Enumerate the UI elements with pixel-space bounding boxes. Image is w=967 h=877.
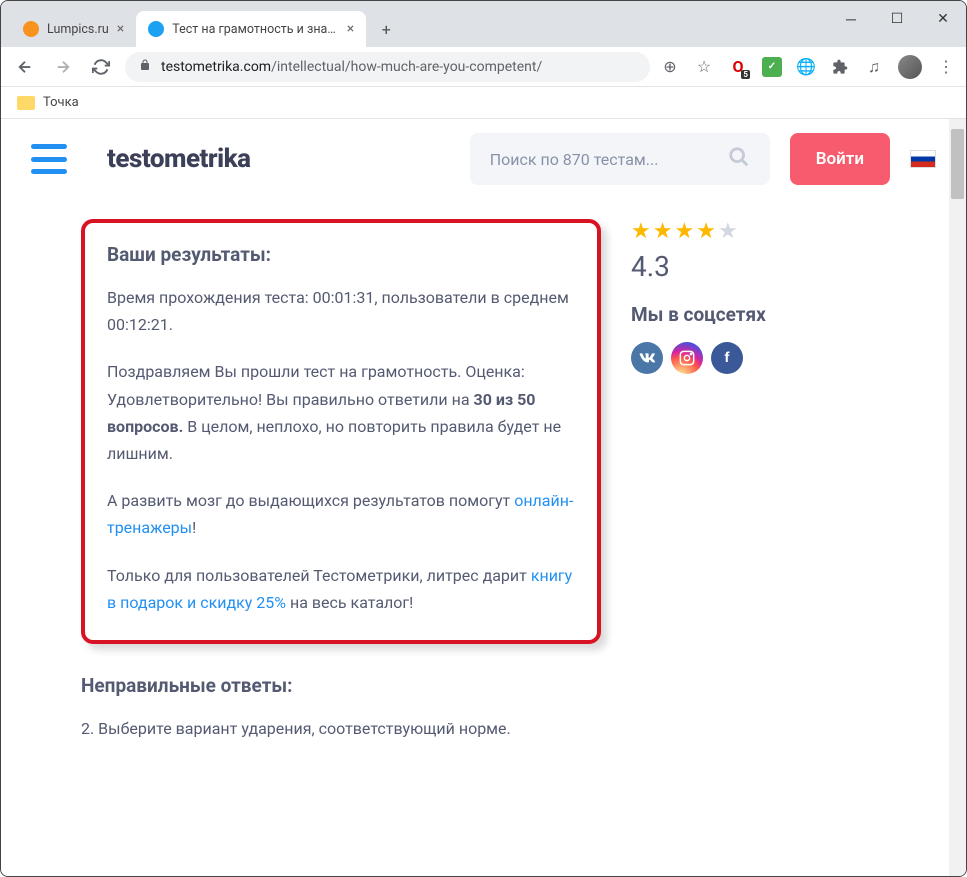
search-box[interactable] bbox=[470, 133, 770, 185]
site-logo[interactable]: testometrika bbox=[107, 144, 251, 174]
social-icons: f bbox=[631, 342, 831, 374]
tab-title: Тест на грамотность и знание р bbox=[172, 22, 339, 37]
close-icon[interactable]: × bbox=[347, 21, 354, 37]
login-button[interactable]: Войти bbox=[790, 133, 890, 185]
favicon-icon bbox=[148, 21, 164, 37]
install-icon[interactable]: ⊕ bbox=[660, 57, 680, 77]
extension-check-icon[interactable]: ✓ bbox=[762, 57, 782, 77]
results-score: Поздравляем Вы прошли тест на грамотност… bbox=[107, 358, 575, 467]
results-time: Время прохождения теста: 00:01:31, польз… bbox=[107, 284, 575, 338]
site-header: testometrika Войти bbox=[1, 119, 966, 199]
results-box: Ваши результаты: Время прохождения теста… bbox=[81, 219, 601, 644]
language-flag-ru[interactable] bbox=[910, 150, 936, 168]
tab-title: Lumpics.ru bbox=[47, 22, 109, 37]
results-title: Ваши результаты: bbox=[107, 243, 575, 266]
address-bar: testometrika.com/intellectual/how-much-a… bbox=[1, 47, 966, 87]
new-tab-button[interactable]: + bbox=[372, 15, 400, 43]
star-icon: ★ bbox=[718, 219, 738, 244]
browser-tab-active[interactable]: Тест на грамотность и знание р × bbox=[136, 11, 366, 47]
reload-button[interactable] bbox=[87, 53, 115, 81]
profile-avatar[interactable] bbox=[898, 55, 922, 79]
rating-stars[interactable]: ★ ★ ★ ★ ★ bbox=[631, 219, 831, 244]
browser-titlebar: Lumpics.ru × Тест на грамотность и знани… bbox=[1, 1, 966, 47]
extensions-icon[interactable] bbox=[830, 57, 850, 77]
extension-music-icon[interactable]: ♫ bbox=[864, 57, 884, 77]
folder-icon bbox=[17, 96, 35, 110]
extension-globe-icon[interactable]: 🌐 bbox=[796, 57, 816, 77]
hamburger-menu[interactable] bbox=[31, 144, 67, 174]
url-input[interactable]: testometrika.com/intellectual/how-much-a… bbox=[125, 52, 650, 82]
search-input[interactable] bbox=[490, 150, 728, 169]
close-window-button[interactable]: ✕ bbox=[920, 1, 966, 37]
wrong-answers-title: Неправильные ответы: bbox=[81, 674, 601, 697]
bookmarks-bar: Точка bbox=[1, 87, 966, 119]
star-icon[interactable]: ☆ bbox=[694, 57, 714, 77]
instagram-icon[interactable] bbox=[671, 342, 703, 374]
favicon-icon bbox=[23, 21, 39, 37]
social-title: Мы в соцсетях bbox=[631, 303, 831, 326]
extension-opera-icon[interactable]: O 5 bbox=[728, 57, 748, 77]
lock-icon bbox=[139, 58, 151, 75]
minimize-button[interactable]: ─ bbox=[828, 1, 874, 37]
star-icon: ★ bbox=[631, 219, 651, 244]
forward-button[interactable] bbox=[49, 53, 77, 81]
star-icon: ★ bbox=[653, 219, 673, 244]
wrong-question: 2. Выберите вариант ударения, соответств… bbox=[81, 715, 601, 742]
bookmark-item[interactable]: Точка bbox=[43, 95, 79, 110]
scrollbar[interactable] bbox=[949, 119, 966, 876]
url-text: testometrika.com/intellectual/how-much-a… bbox=[161, 59, 636, 75]
menu-icon[interactable]: ⋮ bbox=[936, 57, 956, 77]
star-icon: ★ bbox=[696, 219, 716, 244]
vk-icon[interactable] bbox=[631, 342, 663, 374]
scroll-thumb[interactable] bbox=[951, 129, 964, 199]
facebook-icon[interactable]: f bbox=[711, 342, 743, 374]
star-icon: ★ bbox=[674, 219, 694, 244]
search-icon[interactable] bbox=[728, 146, 750, 173]
rating-value: 4.3 bbox=[631, 250, 831, 283]
back-button[interactable] bbox=[11, 53, 39, 81]
close-icon[interactable]: × bbox=[117, 21, 124, 37]
maximize-button[interactable]: ☐ bbox=[874, 1, 920, 37]
browser-tab[interactable]: Lumpics.ru × bbox=[11, 11, 136, 47]
results-brain: А развить мозг до выдающихся результатов… bbox=[107, 487, 575, 541]
results-litres: Только для пользователей Тестометрики, л… bbox=[107, 562, 575, 616]
